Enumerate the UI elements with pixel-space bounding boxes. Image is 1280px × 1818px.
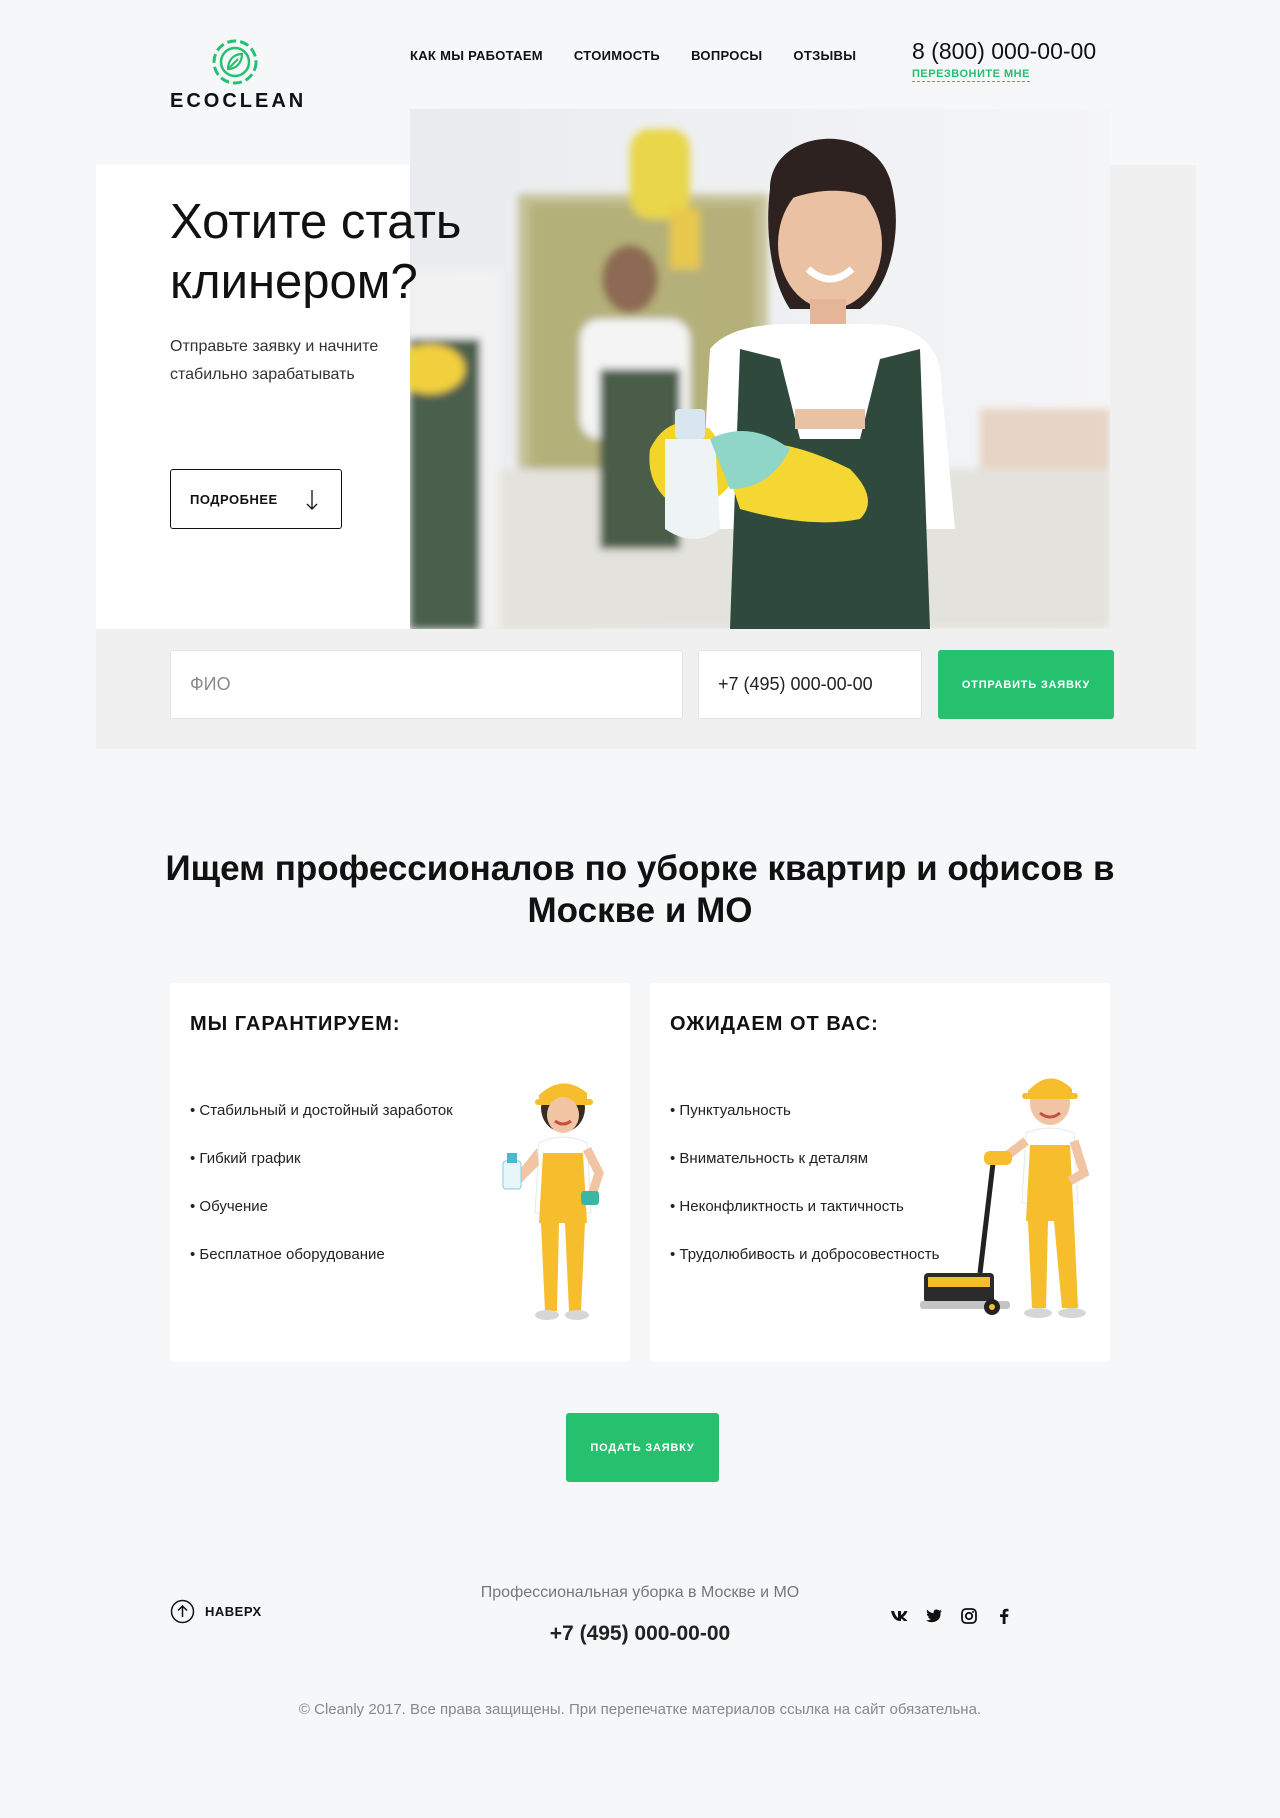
cleaner-photo-illustration <box>410 109 1110 629</box>
list-item: Обучение <box>190 1197 453 1217</box>
hero-subtitle: Отправьте заявку и начните стабильно зар… <box>170 338 379 383</box>
facebook-icon[interactable] <box>995 1607 1013 1625</box>
expectations-card: ОЖИДАЕМ ОТ ВАС: Пунктуальность Вниматель… <box>650 983 1110 1362</box>
name-input[interactable]: ФИО <box>170 650 683 719</box>
more-button[interactable]: ПОДРОБНЕЕ <box>170 469 342 529</box>
footer-tagline: Профессиональная уборка в Москве и МО <box>480 1584 800 1601</box>
callback-link[interactable]: ПЕРЕЗВОНИТЕ МНЕ <box>912 68 1030 82</box>
twitter-icon[interactable] <box>925 1607 943 1625</box>
nav-item-reviews[interactable]: ОТЗЫВЫ <box>793 48 856 63</box>
guarantee-card: МЫ ГАРАНТИРУЕМ: Стабильный и достойный з… <box>170 983 630 1362</box>
nav-item-how-we-work[interactable]: КАК МЫ РАБОТАЕМ <box>410 48 543 63</box>
instagram-icon[interactable] <box>960 1607 978 1625</box>
copyright: © Cleanly 2017. Все права защищены. При … <box>298 1701 982 1718</box>
logo-text: ECOCLEAN <box>170 90 307 112</box>
footer-phone[interactable]: +7 (495) 000-00-00 <box>380 1622 900 1646</box>
list-item: Бесплатное оборудование <box>190 1245 453 1265</box>
phone-input[interactable]: +7 (495) 000-00-00 <box>698 650 922 719</box>
back-to-top-label: НАВЕРХ <box>205 1604 262 1619</box>
list-item: Трудолюбивость и добросовестность <box>670 1245 939 1265</box>
male-cleaner-illustration <box>920 1078 1090 1318</box>
female-cleaner-illustration <box>502 1083 604 1320</box>
arrow-up-circle-icon <box>170 1599 195 1624</box>
list-item: Внимательность к деталям <box>670 1149 939 1169</box>
expectations-list: Пунктуальность Внимательность к деталям … <box>670 1101 939 1293</box>
expectations-title: ОЖИДАЕМ ОТ ВАС: <box>670 1013 879 1035</box>
back-to-top-link[interactable]: НАВЕРХ <box>170 1599 262 1624</box>
hero-title: Хотите стать клинером? <box>170 195 462 309</box>
nav-item-pricing[interactable]: СТОИМОСТЬ <box>574 48 660 63</box>
arrow-down-icon <box>306 490 318 510</box>
main-nav: КАК МЫ РАБОТАЕМ СТОИМОСТЬ ВОПРОСЫ ОТЗЫВЫ <box>410 48 856 63</box>
vk-icon[interactable] <box>890 1607 908 1625</box>
social-links <box>890 1607 1013 1625</box>
list-item: Стабильный и достойный заработок <box>190 1101 452 1121</box>
list-item: Пунктуальность <box>670 1101 939 1121</box>
header-phone[interactable]: 8 (800) 000-00-00 <box>912 38 1096 65</box>
more-button-label: ПОДРОБНЕЕ <box>190 491 278 507</box>
hero-photo <box>410 109 1110 629</box>
guarantee-list: Стабильный и достойный заработок Гибкий … <box>190 1101 453 1293</box>
submit-application-button[interactable]: ОТПРАВИТЬ ЗАЯВКУ <box>938 650 1114 719</box>
list-item: Гибкий график <box>190 1149 453 1169</box>
apply-button[interactable]: ПОДАТЬ ЗАЯВКУ <box>566 1413 719 1482</box>
leaf-logo-icon <box>212 39 258 85</box>
section-title: Ищем профессионалов по уборке квартир и … <box>165 849 1115 930</box>
nav-item-faq[interactable]: ВОПРОСЫ <box>691 48 762 63</box>
guarantee-title: МЫ ГАРАНТИРУЕМ: <box>190 1013 401 1035</box>
list-item: Неконфликтность и тактичность <box>670 1197 939 1217</box>
